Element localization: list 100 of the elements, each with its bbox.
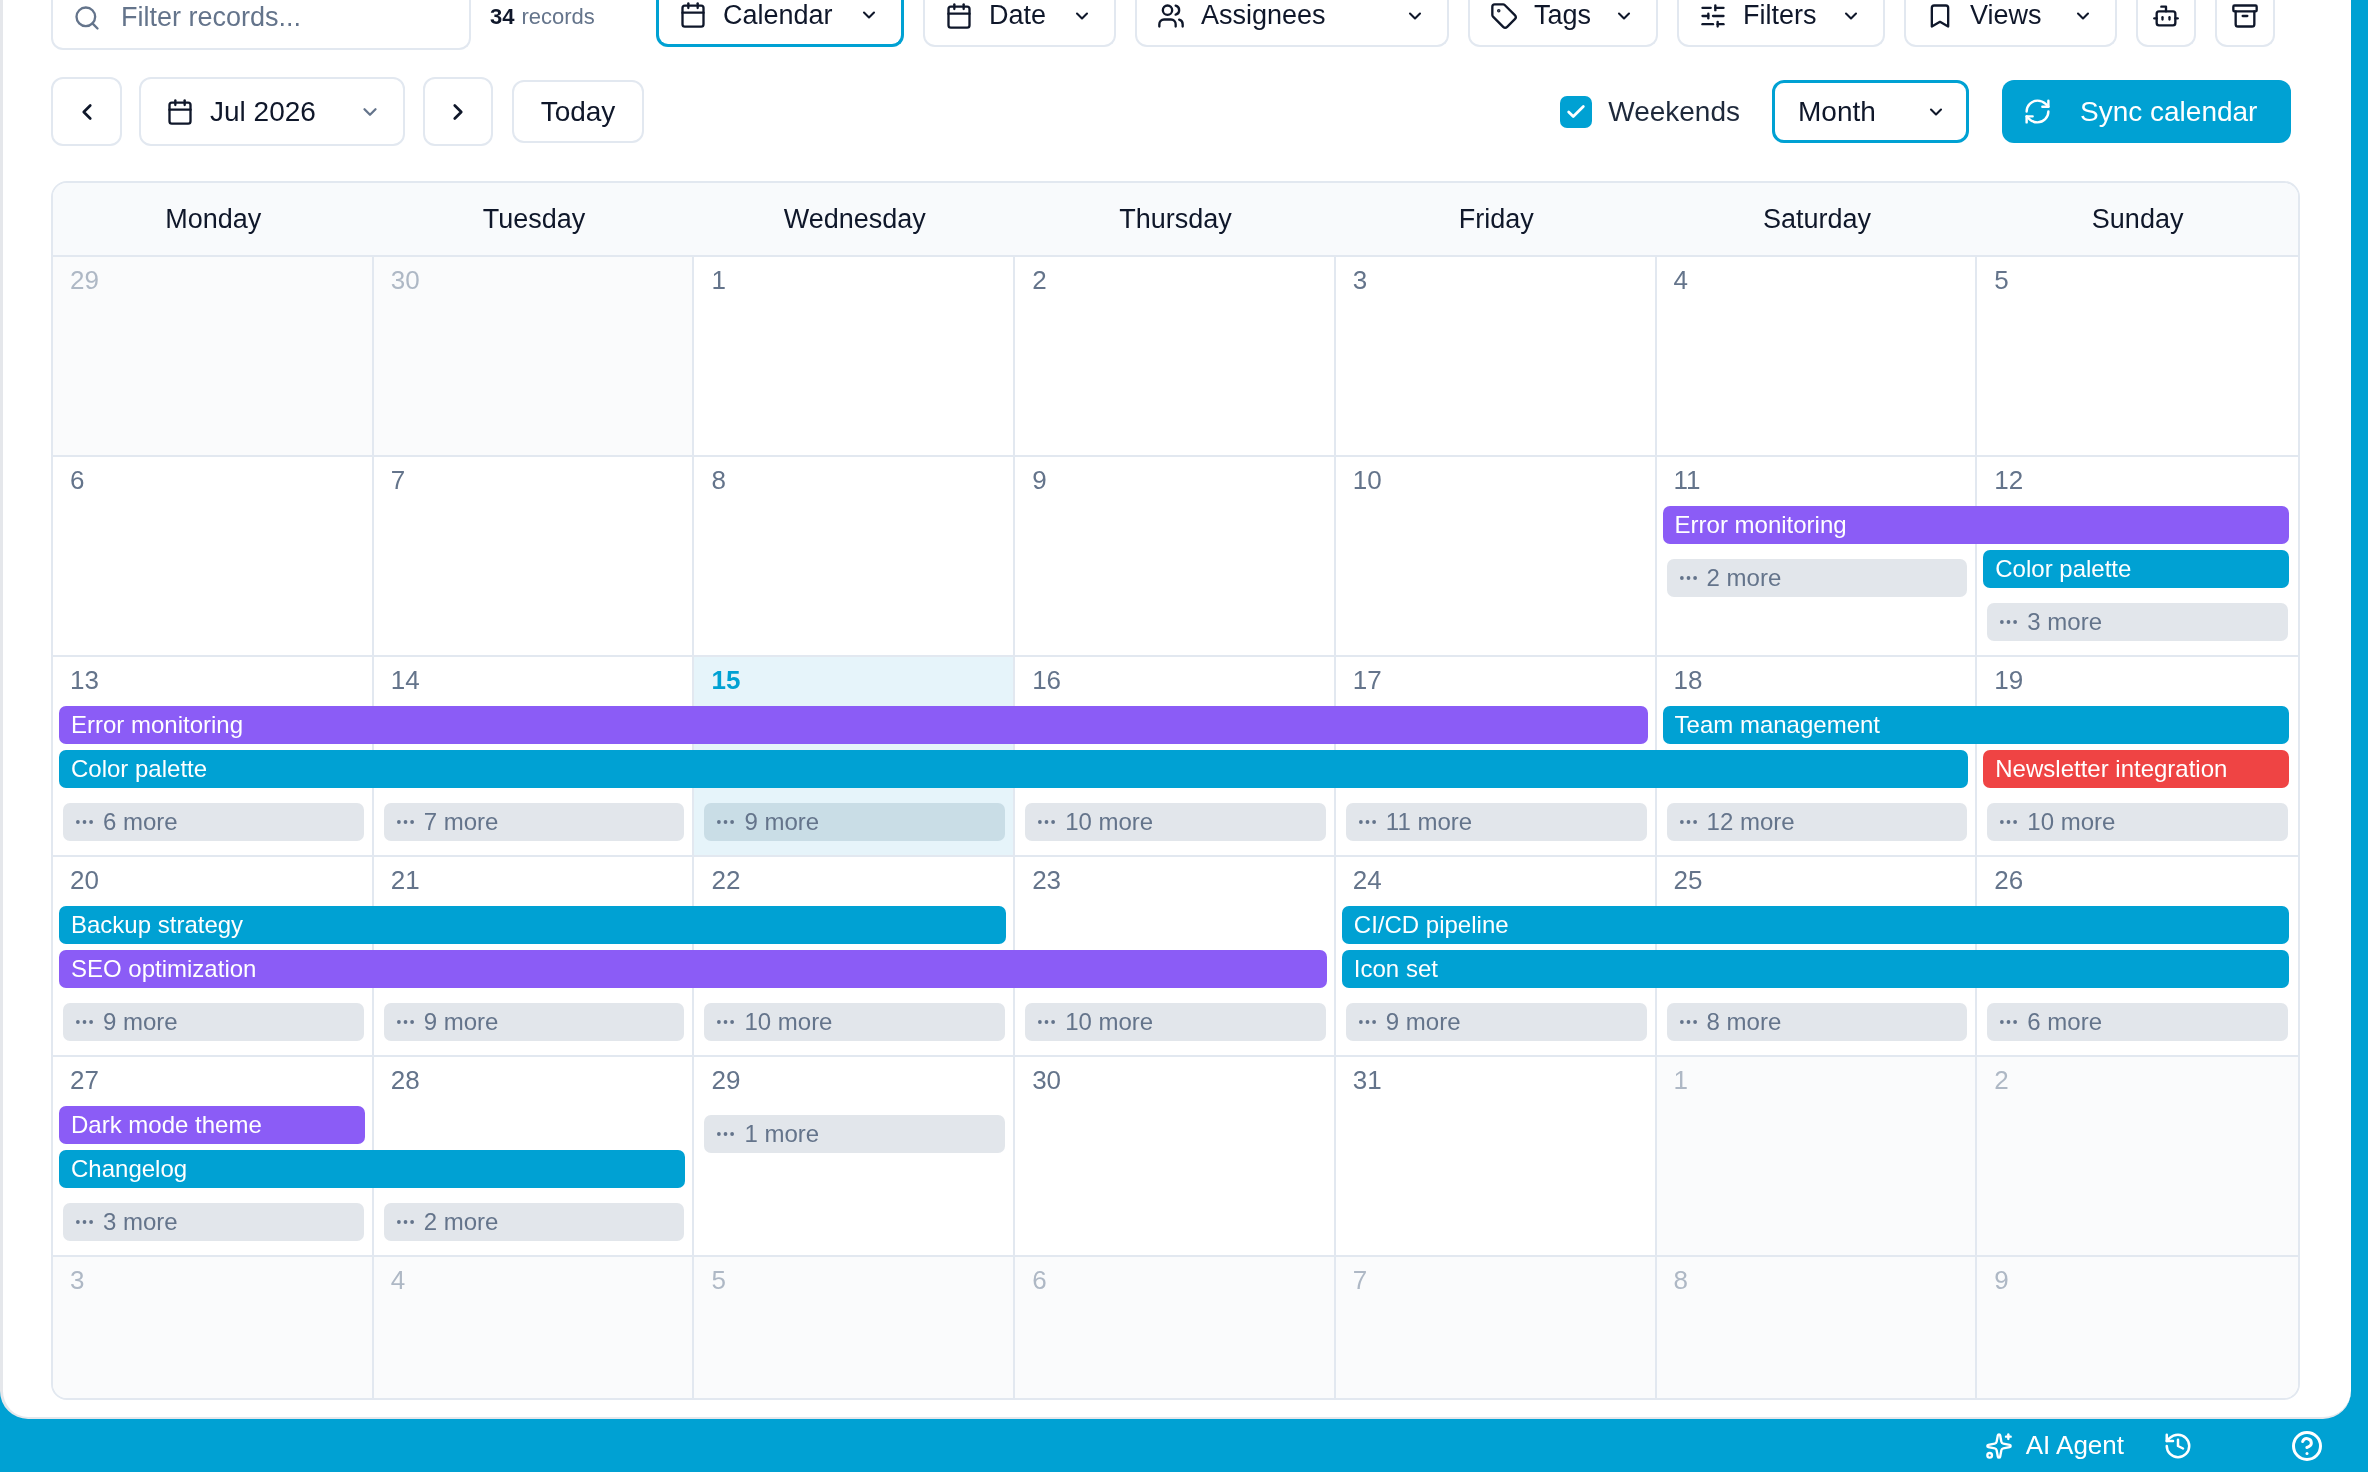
event-bar[interactable]: Error monitoring [1662,506,2289,544]
more-button[interactable]: 9 more [383,1003,685,1041]
event-bar[interactable]: Icon set [1341,950,2289,988]
day-number: 8 [711,465,726,495]
ellipsis-icon [717,820,735,824]
ellipsis-icon [1038,1020,1056,1024]
search-field[interactable]: Filter records... [51,0,471,50]
event-bar[interactable]: Newsletter integration [1983,750,2289,788]
day-number: 3 [1352,265,1368,295]
ellipsis-icon [2000,620,2018,624]
ellipsis-icon [2000,820,2018,824]
ellipsis-icon [76,820,93,824]
calendar-icon [166,97,194,126]
record-count: 34 [490,2,515,31]
day-number: 15 [711,665,741,695]
view-button[interactable]: Filters [1677,0,1885,47]
day-number: 5 [711,1265,726,1295]
day-number: 17 [1352,665,1382,695]
more-button[interactable]: 7 more [383,803,685,841]
ellipsis-icon [1679,1020,1697,1024]
weekends-checkbox[interactable] [1560,95,1593,128]
day-number: 23 [1032,865,1062,895]
weekday-header: Wednesday [783,202,926,236]
more-button[interactable]: 11 more [1345,803,1647,841]
day-number: 10 [1352,465,1382,495]
sync-calendar-button[interactable]: Sync calendar [2002,80,2291,143]
more-button[interactable]: 10 more [704,1003,1006,1041]
event-bar[interactable]: Team management [1662,706,2289,744]
more-button[interactable]: 8 more [1666,1003,1968,1041]
day-number: 2 [1032,265,1047,295]
day-number: 25 [1673,865,1703,895]
event-bar[interactable]: Dark mode theme [59,1106,365,1144]
help-icon[interactable] [2292,1430,2322,1461]
more-button[interactable]: 3 more [1987,603,2288,641]
event-bar[interactable]: Changelog [59,1150,686,1188]
more-button[interactable]: 9 more [1345,1003,1647,1041]
event-bar[interactable]: CI/CD pipeline [1341,906,2289,944]
today-button[interactable]: Today [512,80,644,143]
archive-icon [2231,1,2259,30]
day-number: 1 [1673,1065,1689,1095]
day-number: 29 [711,1065,741,1095]
view-button[interactable]: Calendar [656,0,904,47]
robot-button[interactable] [2136,0,2196,47]
day-number: 31 [1352,1065,1382,1095]
sparkle-icon [1984,1431,2013,1460]
month-picker[interactable]: Jul 2026 [139,77,405,146]
day-number: 7 [390,465,406,495]
weekday-header: Tuesday [482,202,586,236]
weekday-header: Thursday [1119,202,1232,236]
more-button[interactable]: 10 more [1025,1003,1326,1041]
calendar-icon [945,1,973,30]
weekends-label: Weekends [1608,94,1740,129]
more-button[interactable]: 9 more [704,803,1006,841]
view-select[interactable]: Month [1772,80,1969,143]
more-button[interactable]: 10 more [1987,803,2288,841]
ellipsis-icon [1038,820,1056,824]
ellipsis-icon [396,1020,414,1024]
users-icon [1157,1,1185,30]
event-bar[interactable]: SEO optimization [59,950,1327,988]
event-bar[interactable]: Color palette [1983,550,2289,588]
archive-button[interactable] [2215,0,2275,47]
more-button[interactable]: 9 more [63,1003,364,1041]
ellipsis-icon [2000,1020,2018,1024]
calendar-icon [679,1,707,29]
weekday-header: Monday [165,202,262,236]
view-button[interactable]: Tags [1468,0,1658,47]
more-button[interactable]: 1 more [704,1115,1006,1153]
weekday-header: Sunday [2091,202,2184,236]
view-button[interactable]: Views [1904,0,2117,47]
ellipsis-icon [76,1020,93,1024]
day-number: 4 [390,1265,406,1295]
day-number: 24 [1352,865,1382,895]
day-number: 14 [390,665,420,695]
more-button[interactable]: 12 more [1666,803,1968,841]
day-number: 9 [1032,465,1047,495]
event-bar[interactable]: Error monitoring [59,706,1648,744]
ellipsis-icon [396,820,414,824]
view-button[interactable]: Date [923,0,1116,47]
refresh-icon [2023,97,2052,126]
day-number: 1 [711,265,726,295]
ellipsis-icon [1679,820,1697,824]
view-button[interactable]: Assignees [1135,0,1449,47]
day-number: 30 [390,265,420,295]
day-number: 11 [1673,465,1701,495]
event-bar[interactable]: Backup strategy [59,906,1007,944]
event-bar[interactable]: Color palette [59,750,1969,788]
more-button[interactable]: 3 more [63,1203,364,1241]
ellipsis-icon [1358,820,1376,824]
ai-agent-button[interactable]: AI Agent [1984,1426,2124,1465]
day-number: 8 [1673,1265,1689,1295]
ellipsis-icon [1679,576,1697,580]
more-button[interactable]: 6 more [63,803,364,841]
day-number: 30 [1032,1065,1062,1095]
more-button[interactable]: 6 more [1987,1003,2288,1041]
day-number: 19 [1994,665,2024,695]
day-number: 16 [1032,665,1062,695]
more-button[interactable]: 10 more [1025,803,1326,841]
more-button[interactable]: 2 more [1666,559,1968,597]
more-button[interactable]: 2 more [383,1203,685,1241]
weekday-header: Saturday [1762,202,1871,236]
